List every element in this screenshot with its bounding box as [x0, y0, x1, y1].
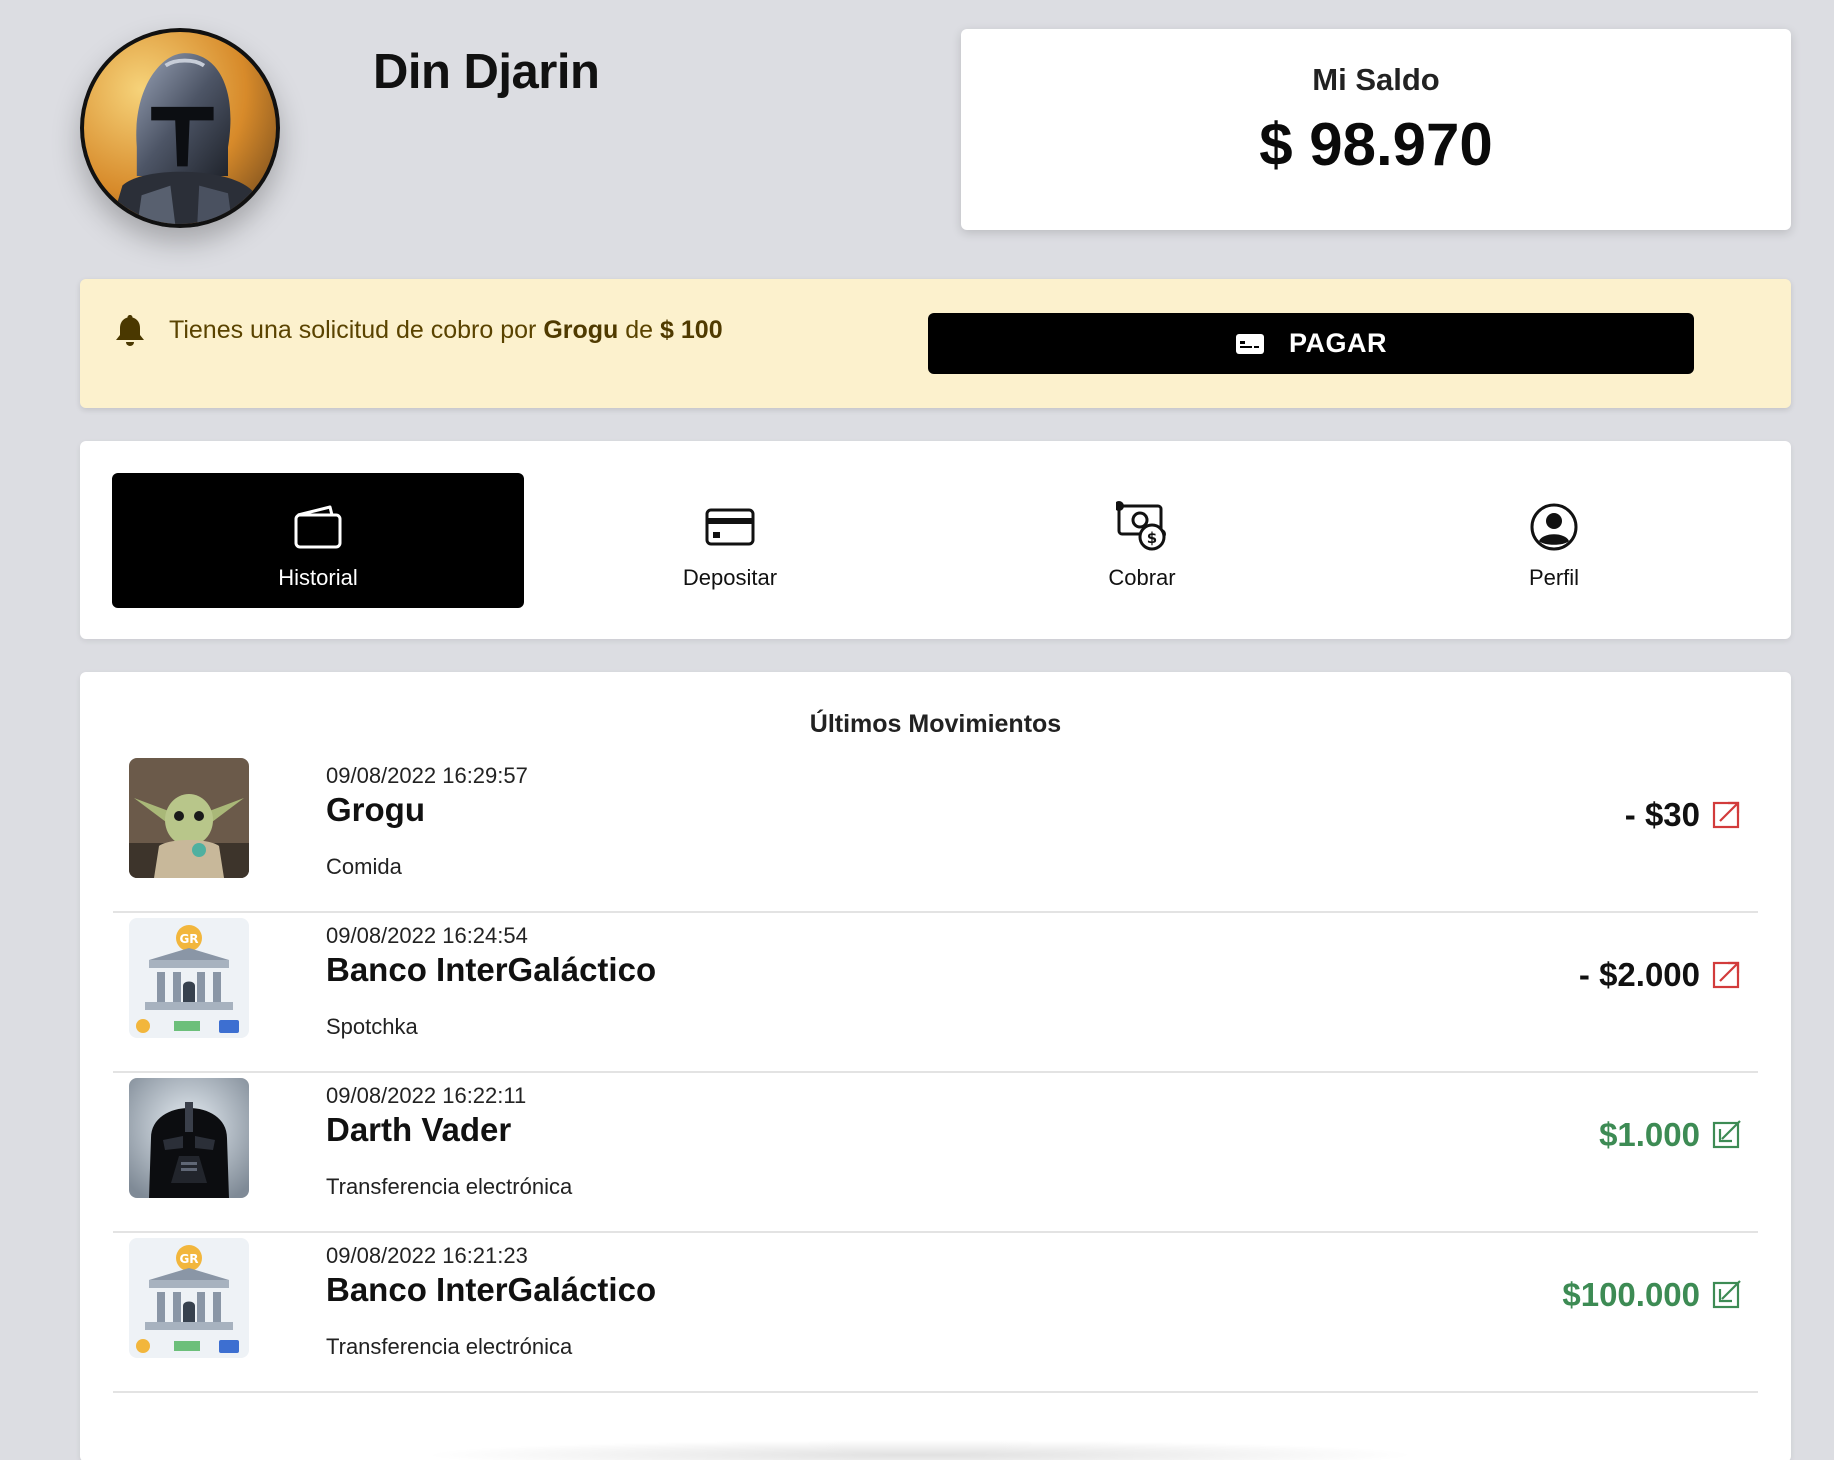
notice-text: Tienes una solicitud de cobro por Grogu …	[169, 316, 723, 345]
wallet-page: Din Djarin Mi Saldo $ 98.970 Tienes una …	[0, 0, 1834, 1460]
movement-row[interactable]: GR 09/08/2022 16:24:54 Banco InterGaláct…	[113, 913, 1758, 1073]
bank-icon: GR	[129, 918, 249, 1038]
bank-avatar: GR	[129, 1238, 249, 1358]
tab-historial-label: Historial	[278, 565, 358, 590]
movement-concept: Transferencia electrónica	[326, 1174, 573, 1199]
tab-bar: Historial Depositar $ Cobrar Perfil	[80, 441, 1791, 639]
tab-cobrar-label: Cobrar	[1108, 565, 1176, 590]
movement-date: 09/08/2022 16:21:23	[326, 1243, 528, 1268]
balance-amount: $ 98.970	[1259, 111, 1493, 178]
payment-card-icon	[1235, 333, 1264, 354]
payment-request-notice: Tienes una solicitud de cobro por Grogu …	[80, 279, 1791, 408]
movement-amount: $1.000	[1599, 1116, 1700, 1153]
movement-name: Banco InterGaláctico	[326, 951, 657, 988]
movement-date: 09/08/2022 16:22:11	[326, 1083, 527, 1108]
mandalorian-helmet-icon	[110, 53, 260, 224]
user-name: Din Djarin	[373, 45, 600, 99]
movements-card: Últimos Movimientos 09/08/2022 16:29:57 …	[80, 672, 1791, 1460]
outgoing-arrow-icon	[1712, 961, 1740, 989]
pay-button-label: PAGAR	[1288, 328, 1387, 358]
incoming-arrow-icon	[1712, 1120, 1741, 1149]
notice-mid: de	[625, 316, 654, 344]
movement-row[interactable]: 09/08/2022 16:29:57 Grogu Comida - $30	[113, 753, 1758, 913]
movement-name: Darth Vader	[326, 1111, 512, 1148]
vader-avatar	[129, 1078, 249, 1198]
pay-button[interactable]: PAGAR	[928, 313, 1694, 374]
incoming-arrow-icon	[1712, 1280, 1741, 1309]
movement-concept: Spotchka	[326, 1014, 418, 1039]
grogu-icon	[129, 758, 249, 878]
bell-icon	[116, 315, 144, 346]
movement-concept: Comida	[326, 854, 402, 879]
user-circle-icon	[1530, 503, 1578, 551]
movement-amount: - $2.000	[1578, 956, 1700, 993]
movement-name: Banco InterGaláctico	[326, 1271, 657, 1308]
movement-amount: $100.000	[1562, 1276, 1700, 1313]
outgoing-arrow-icon	[1712, 801, 1740, 829]
movements-title: Últimos Movimientos	[809, 710, 1062, 738]
notice-prefix: Tienes una solicitud de cobro por	[169, 316, 537, 344]
svg-text:$: $	[1147, 529, 1157, 547]
grogu-avatar	[129, 758, 249, 878]
darth-vader-icon	[129, 1078, 249, 1198]
balance-card: Mi Saldo $ 98.970	[961, 29, 1791, 230]
svg-text:GR: GR	[179, 932, 198, 946]
wallet-icon	[294, 505, 342, 549]
movement-date: 09/08/2022 16:24:54	[326, 923, 528, 948]
tab-cobrar[interactable]: $ Cobrar	[936, 473, 1348, 608]
credit-card-icon	[705, 508, 755, 546]
bottom-shadow	[420, 1440, 1420, 1460]
user-avatar[interactable]	[80, 28, 280, 228]
movement-concept: Transferencia electrónica	[326, 1334, 573, 1359]
tab-depositar-label: Depositar	[682, 565, 778, 590]
notice-amount: $ 100	[660, 316, 723, 344]
tab-depositar[interactable]: Depositar	[524, 473, 936, 608]
balance-label: Mi Saldo	[1312, 62, 1440, 97]
bank-avatar: GR	[129, 918, 249, 1038]
notice-requester: Grogu	[543, 316, 619, 344]
tab-perfil-label: Perfil	[1528, 565, 1580, 590]
movement-amount: - $30	[1624, 796, 1700, 833]
tab-perfil[interactable]: Perfil	[1348, 473, 1760, 608]
movement-row[interactable]: 09/08/2022 16:22:11 Darth Vader Transfer…	[113, 1073, 1758, 1233]
bank-icon: GR	[129, 1238, 249, 1358]
svg-text:GR: GR	[179, 1252, 198, 1266]
movement-name: Grogu	[326, 791, 425, 828]
money-request-icon: $	[1116, 501, 1166, 551]
movement-row[interactable]: GR 09/08/2022 16:21:23 Banco InterGaláct…	[113, 1233, 1758, 1393]
movement-date: 09/08/2022 16:29:57	[326, 763, 528, 788]
tab-historial[interactable]: Historial	[112, 473, 524, 608]
